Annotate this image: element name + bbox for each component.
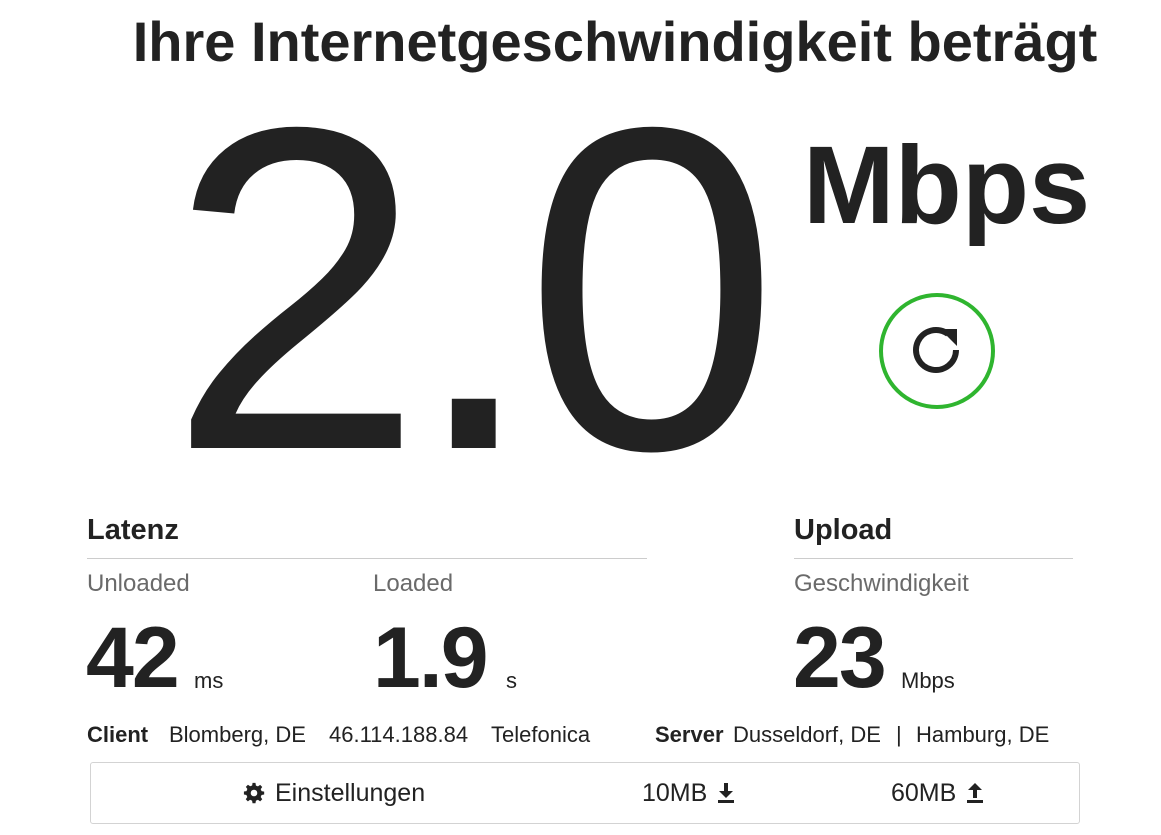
download-size-button[interactable]: 10MB	[642, 763, 735, 823]
latency-heading: Latenz	[87, 514, 179, 546]
unloaded-latency-unit: ms	[194, 668, 224, 693]
upload-speed-unit: Mbps	[901, 668, 955, 693]
restart-test-button[interactable]	[879, 293, 995, 409]
upload-divider	[794, 558, 1073, 559]
loaded-label: Loaded	[373, 570, 454, 597]
client-location: Blomberg, DE	[169, 722, 306, 747]
refresh-icon	[907, 319, 967, 384]
unloaded-latency-value: 42	[86, 610, 180, 706]
download-size-label: 10MB	[642, 778, 708, 807]
server-location-secondary: Hamburg, DE	[916, 722, 1050, 747]
settings-label: Einstellungen	[275, 778, 426, 807]
gear-icon	[243, 782, 265, 804]
loaded-latency-unit: s	[506, 668, 517, 693]
settings-bar: Einstellungen 10MB 60MB	[90, 762, 1080, 824]
client-label: Client	[87, 722, 149, 747]
settings-button[interactable]: Einstellungen	[243, 763, 425, 823]
client-ip: 46.114.188.84	[329, 722, 469, 747]
latency-divider	[87, 558, 647, 559]
upload-speed-value: 23	[793, 610, 887, 706]
upload-size-button[interactable]: 60MB	[891, 763, 984, 823]
unloaded-label: Unloaded	[87, 570, 190, 597]
speed-value: 2.0	[168, 33, 779, 546]
upload-size-label: 60MB	[891, 778, 957, 807]
server-separator: |	[896, 722, 902, 747]
upload-heading: Upload	[794, 514, 893, 546]
download-icon	[717, 783, 735, 803]
client-isp: Telefonica	[491, 722, 591, 747]
server-location-primary: Dusseldorf, DE	[733, 722, 881, 747]
server-label: Server	[655, 722, 724, 747]
upload-speed-label: Geschwindigkeit	[794, 570, 969, 597]
speed-unit: Mbps	[803, 124, 1091, 247]
upload-icon	[966, 783, 984, 803]
loaded-latency-value: 1.9	[373, 610, 489, 706]
